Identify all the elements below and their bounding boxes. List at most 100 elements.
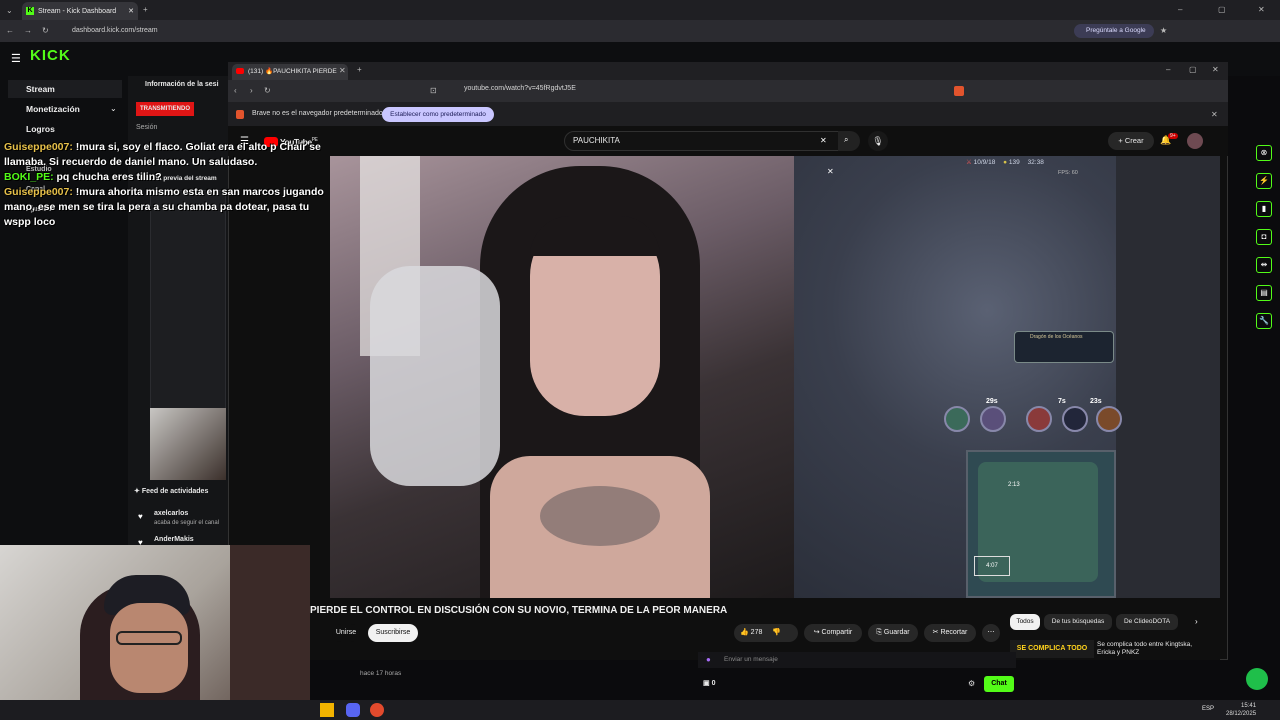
kick-logo[interactable]: KICK bbox=[30, 47, 71, 64]
more-options-icon[interactable]: ⋯ bbox=[982, 624, 1000, 642]
video-title: PIERDE EL CONTROL EN DISCUSIÓN CON SU NO… bbox=[310, 605, 728, 616]
sidebar-item-monetizacion[interactable]: Monetización bbox=[26, 104, 80, 114]
new-tab-icon[interactable]: + bbox=[357, 65, 362, 74]
share-button[interactable]: ↪ Compartir bbox=[804, 624, 862, 642]
toolbar-chat-icon[interactable]: ◘ bbox=[1256, 229, 1272, 245]
forward-icon[interactable]: → bbox=[24, 26, 32, 35]
search-input[interactable]: PAUCHIKITA bbox=[564, 131, 840, 151]
ask-google-chip[interactable]: Pregúntale a Google bbox=[1074, 24, 1154, 38]
close-notice-icon[interactable]: ✕ bbox=[1211, 110, 1218, 119]
video-facecam-region bbox=[330, 156, 794, 598]
bangs-shape bbox=[530, 216, 660, 256]
file-explorer-icon[interactable] bbox=[320, 703, 334, 717]
close-window-icon[interactable]: ✕ bbox=[1258, 5, 1265, 14]
toolbar-wrench-icon[interactable]: 🔧 bbox=[1256, 313, 1272, 329]
chip-clideodota[interactable]: De ClideoDOTA bbox=[1116, 614, 1178, 630]
streamer-webcam bbox=[0, 545, 310, 720]
sidebar-item-logros[interactable]: Logros bbox=[26, 124, 55, 134]
outer-tab[interactable]: K Stream - Kick Dashboard ✕ bbox=[22, 2, 138, 20]
clear-search-icon[interactable]: ✕ bbox=[820, 136, 827, 145]
clip-button[interactable]: ✂ Recortar bbox=[924, 624, 976, 642]
tab-menu-icon[interactable]: ⌄ bbox=[6, 6, 13, 15]
search-button[interactable] bbox=[838, 131, 860, 151]
youtube-favicon-icon bbox=[236, 68, 244, 74]
thumbs-down-icon[interactable]: 👎 bbox=[772, 629, 781, 636]
set-default-button[interactable]: Establecer como predeterminado bbox=[382, 107, 494, 122]
toolbar-link-icon[interactable]: ⇹ bbox=[1256, 257, 1272, 273]
like-button[interactable]: 👍 278 👎 bbox=[734, 624, 798, 642]
chat-input[interactable]: Enviar un mensaje bbox=[698, 652, 1016, 668]
back-icon[interactable]: ← bbox=[6, 26, 14, 35]
toolbar-tool-icon[interactable]: ⊗ bbox=[1256, 145, 1272, 161]
sidebar-item-stream[interactable]: Stream bbox=[8, 80, 122, 98]
bookmark-star-icon[interactable]: ★ bbox=[1160, 26, 1167, 35]
toolbar-card-icon[interactable]: ▮ bbox=[1256, 201, 1272, 217]
ward-timer: 4:07 bbox=[974, 556, 1010, 576]
voice-search-icon[interactable]: 🎙 bbox=[868, 131, 888, 151]
glasses-shape bbox=[116, 631, 182, 645]
recommended-thumbnail[interactable]: SE COMPLICA TODO bbox=[1010, 640, 1094, 658]
bookmark-icon[interactable]: ⊡ bbox=[430, 86, 437, 95]
gear-icon[interactable]: ⚙ bbox=[968, 679, 975, 688]
save-button[interactable]: ⎘ Guardar bbox=[868, 624, 918, 642]
feed-user[interactable]: AnderMakis bbox=[154, 536, 194, 543]
reload-icon[interactable]: ↻ bbox=[42, 26, 49, 35]
chevron-right-icon[interactable]: › bbox=[1195, 617, 1198, 626]
outer-url-field[interactable]: dashboard.kick.com/stream bbox=[72, 24, 1072, 38]
back-icon[interactable]: ‹ bbox=[234, 86, 237, 95]
obs-icon[interactable] bbox=[370, 703, 384, 717]
face-shape bbox=[110, 603, 188, 693]
hud-kda: 10/9/18 bbox=[973, 159, 996, 166]
chip-todos[interactable]: Todos bbox=[1010, 614, 1040, 630]
share-icon: ↪ bbox=[813, 629, 822, 636]
recommended-title[interactable]: Se complica todo entre Kingtska, Ericka … bbox=[1097, 641, 1207, 658]
create-button[interactable]: + Crear bbox=[1108, 132, 1154, 150]
feed-user[interactable]: axelcarlos bbox=[154, 510, 188, 517]
team-portraits bbox=[944, 400, 1122, 440]
notice-text: Brave no es el navegador predeterminado bbox=[252, 110, 383, 117]
thumbs-up-icon: 👍 bbox=[740, 629, 751, 636]
chat-message: Guiseppe007: !mura si, soy el flaco. Gol… bbox=[4, 141, 321, 168]
yt-address-bar bbox=[228, 80, 1228, 102]
subscribe-button[interactable]: Suscribirse bbox=[368, 624, 418, 642]
minimize-icon[interactable]: – bbox=[1178, 5, 1182, 14]
toolbar-flash-icon[interactable]: ⚡ bbox=[1256, 173, 1272, 189]
session-info-title: Información de la sesi bbox=[145, 81, 219, 88]
whatsapp-icon[interactable] bbox=[1246, 668, 1268, 690]
forward-icon[interactable]: › bbox=[250, 86, 253, 95]
hamburger-menu-icon[interactable]: ☰ bbox=[11, 52, 21, 65]
brave-shield-icon[interactable] bbox=[954, 86, 964, 96]
close-window-icon[interactable]: ✕ bbox=[1212, 65, 1219, 74]
timer-label: 23s bbox=[1090, 398, 1102, 405]
chevron-down-icon[interactable]: ⌄ bbox=[110, 104, 117, 113]
minimize-icon[interactable]: – bbox=[1166, 65, 1170, 74]
yt-tab-bar bbox=[228, 62, 1228, 80]
discord-icon[interactable] bbox=[346, 703, 360, 717]
chat-send-button[interactable]: Chat bbox=[984, 676, 1014, 692]
kick-favicon-icon: K bbox=[26, 7, 34, 15]
hud-time: 32:38 bbox=[1027, 159, 1044, 166]
maximize-icon[interactable]: ▢ bbox=[1189, 65, 1197, 74]
game-hud: ⚔ 10/9/18 ● 139 32:38 bbox=[966, 159, 1044, 166]
maximize-icon[interactable]: ▢ bbox=[1218, 5, 1226, 14]
reload-icon[interactable]: ↻ bbox=[264, 86, 271, 95]
close-tab-icon[interactable]: ✕ bbox=[339, 66, 346, 75]
feed-title: ✦ Feed de actividades bbox=[134, 488, 209, 495]
live-badge: TRANSMITIENDO bbox=[136, 102, 194, 116]
close-overlay-icon[interactable]: ✕ bbox=[827, 167, 834, 176]
new-tab-icon[interactable]: + bbox=[143, 5, 148, 14]
yt-tab[interactable]: (131) 🔥PAUCHIKITA PIERDE bbox=[232, 64, 348, 80]
emote-icon[interactable]: ● bbox=[706, 655, 711, 664]
avatar[interactable] bbox=[1187, 133, 1203, 149]
session-label: Sesión bbox=[136, 124, 158, 131]
viewer-icon: ▣ bbox=[703, 680, 712, 687]
close-tab-icon[interactable]: ✕ bbox=[128, 7, 134, 15]
taskbar-clock[interactable]: 15:41 28/12/2025 bbox=[1226, 702, 1256, 718]
minimap: 2:13 4:07 bbox=[966, 450, 1116, 598]
chip-tus-busquedas[interactable]: De tus búsquedas bbox=[1044, 614, 1112, 630]
toolbar-layout-icon[interactable]: ▤ bbox=[1256, 285, 1272, 301]
join-button[interactable]: Unirse bbox=[332, 624, 360, 642]
language-indicator[interactable]: ESP bbox=[1202, 706, 1214, 712]
search-icon: ⌕ bbox=[844, 135, 849, 144]
yt-url-field[interactable]: youtube.com/watch?v=45fRgdvtJ5E bbox=[464, 85, 576, 92]
